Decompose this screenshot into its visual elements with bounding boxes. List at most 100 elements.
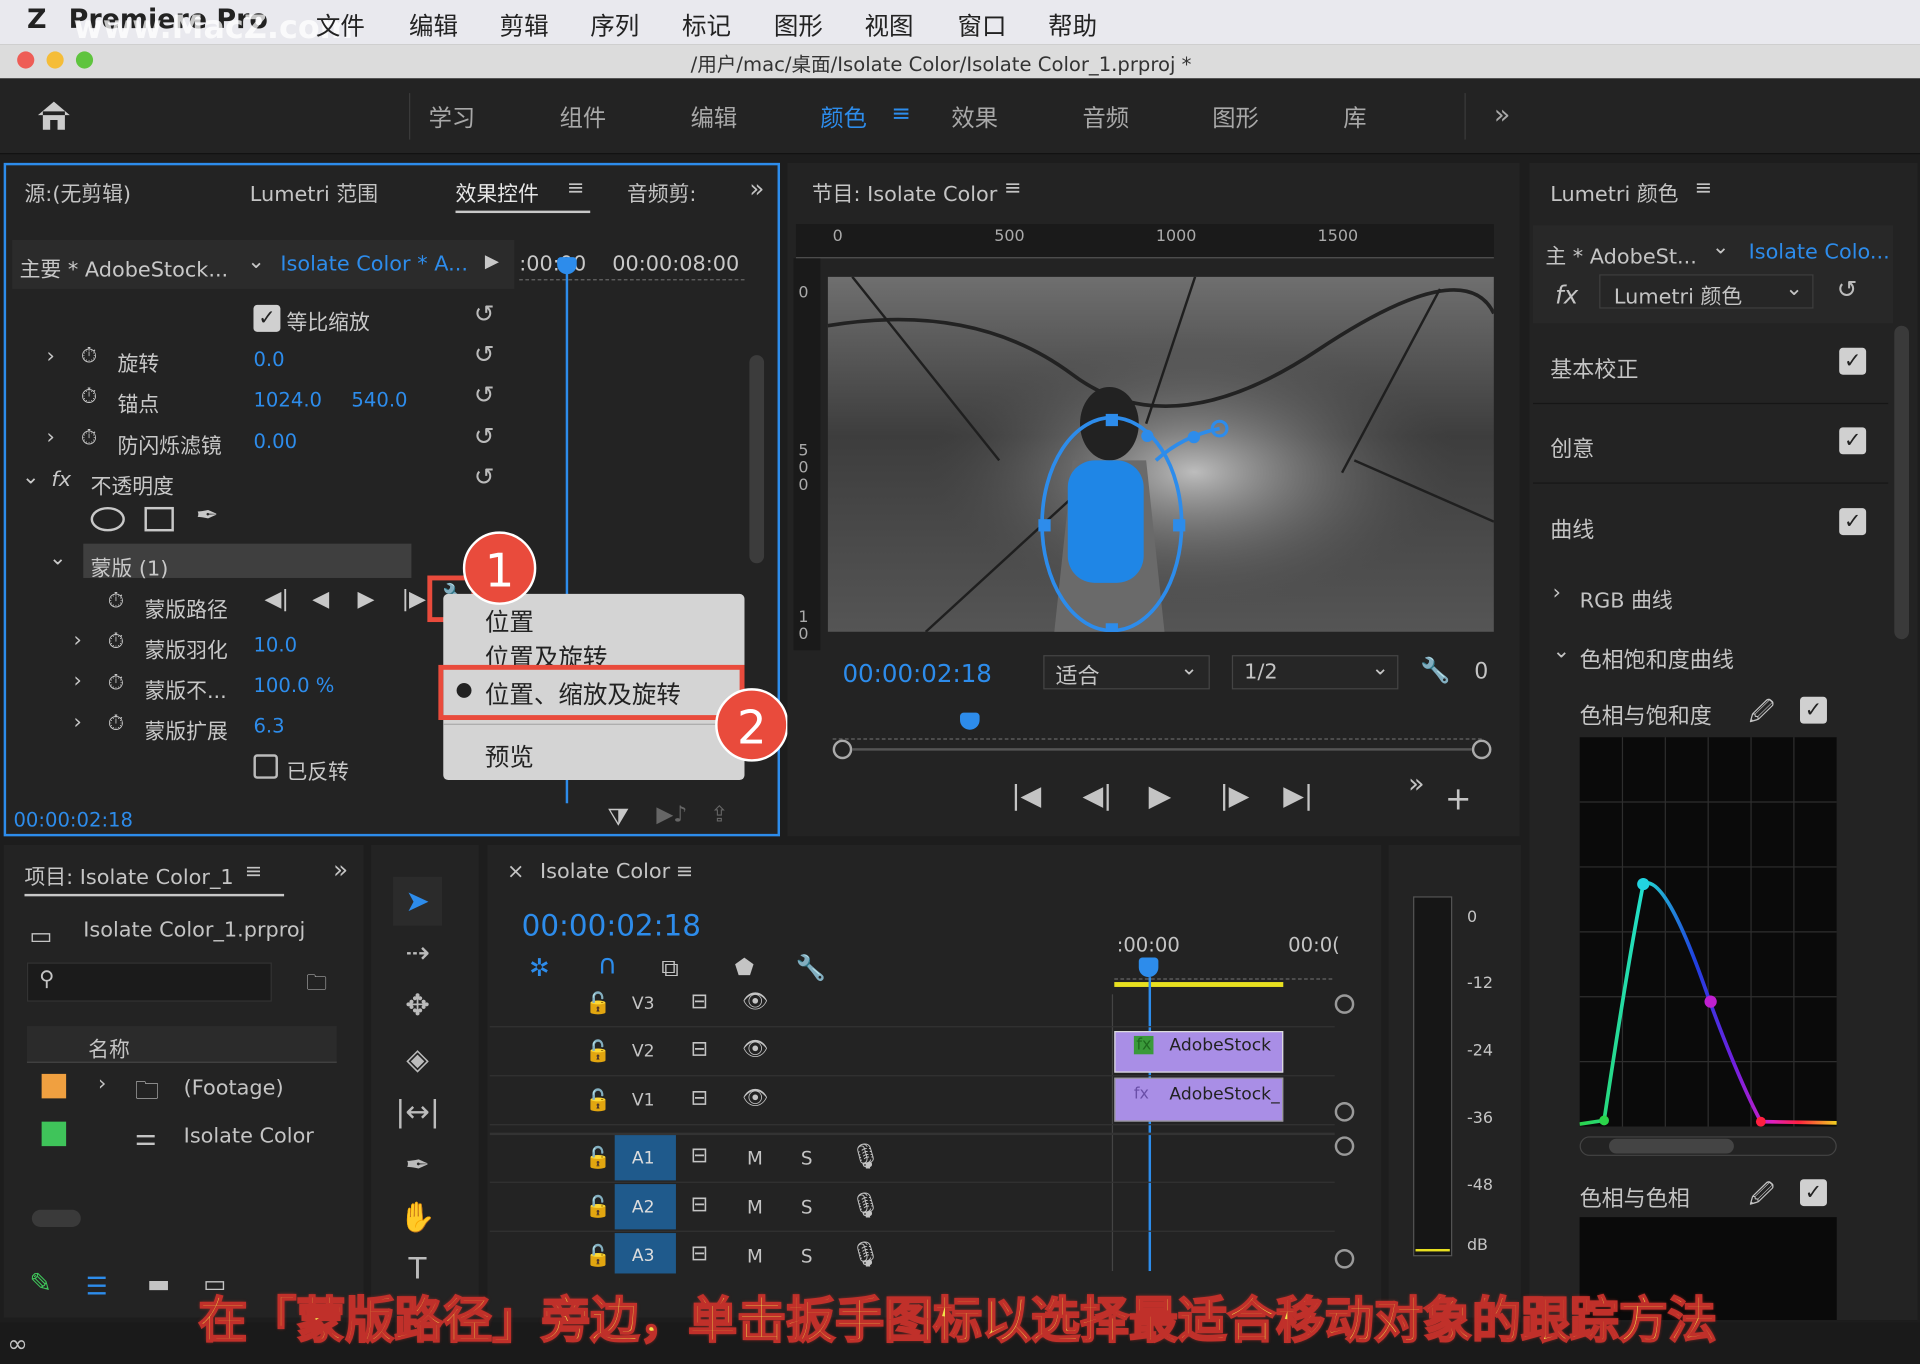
rgb-curves-label[interactable]: RGB 曲线 [1580,583,1673,613]
stopwatch-icon[interactable]: ⏱ [81,344,97,368]
chevron-right-icon[interactable]: › [1553,580,1561,604]
eyedropper-icon[interactable]: 🖉 [1749,694,1775,736]
lock-icon[interactable]: 🔓 [585,992,611,1016]
label-color-swatch[interactable] [41,1073,67,1099]
sync-lock-icon[interactable]: ⊟ [691,1086,708,1110]
menu-item-position[interactable]: 位置 [485,602,534,638]
lock-icon[interactable]: 🔓 [585,1040,611,1064]
chevron-down-icon[interactable]: ⌄ [49,546,66,570]
resolution-value[interactable]: 1/2 [1244,660,1278,684]
timeline-title[interactable]: Isolate Color [540,860,670,884]
project-search-input[interactable] [26,962,272,1002]
lumetri-scrollbar[interactable] [1894,325,1909,640]
scroll-handle[interactable] [1334,1102,1355,1122]
more-tabs-icon[interactable]: » [749,174,764,203]
track-next-frame-icon[interactable]: ▶ [358,587,375,613]
step-back-icon[interactable]: ◀| [1082,781,1112,812]
workspace-learning[interactable]: 学习 [429,100,476,133]
pen-tool-icon[interactable]: ✒ [393,1140,442,1189]
workspace-assembly[interactable]: 组件 [560,100,607,133]
ec-timecode[interactable]: 00:00:02:18 [13,808,133,831]
solo-button[interactable]: S [801,1147,813,1169]
effect-value[interactable]: Lumetri 颜色 [1614,279,1742,309]
microphone-icon[interactable]: 🎙 [850,1141,881,1170]
track-label[interactable]: V1 [632,1091,655,1111]
sync-lock-icon[interactable]: ⊟ [691,989,708,1013]
menu-marker[interactable]: 标记 [682,6,731,42]
workspace-editing[interactable]: 编辑 [691,100,738,133]
panel-menu-icon[interactable]: ≡ [1695,176,1712,200]
play-icon[interactable]: ▶ [1149,779,1172,813]
track-label[interactable]: A3 [632,1247,655,1267]
go-to-in-icon[interactable]: |◀ [1011,781,1041,812]
eyedropper-icon[interactable]: 🖉 [1749,1177,1775,1219]
go-to-out-icon[interactable]: ▶| [1283,781,1313,812]
basic-correction-checkbox[interactable]: ✓ [1839,347,1867,375]
chevron-down-icon[interactable]: ⌄ [22,465,39,489]
wrench-icon[interactable]: 🔧 [1420,655,1450,684]
rectangle-mask-icon[interactable] [144,506,174,532]
sync-lock-icon[interactable]: ⊟ [691,1242,708,1266]
master-clip-label[interactable]: 主要 * AdobeStock... [20,252,229,282]
project-item-sequence[interactable]: Isolate Color [184,1124,314,1148]
timeline-timecode[interactable]: 00:00:02:18 [522,909,701,943]
fit-value[interactable]: 适合 [1056,659,1100,691]
menu-help[interactable]: 帮助 [1048,6,1097,42]
lock-icon[interactable]: 🔓 [585,1089,611,1113]
lock-icon[interactable]: 🔓 [585,1195,611,1219]
razor-tool-icon[interactable]: ◈ [393,1035,442,1084]
snap-magnet-icon[interactable]: ∩ [598,950,618,981]
eye-icon[interactable]: 👁 [742,1037,768,1061]
chevron-right-icon[interactable]: › [98,1071,106,1095]
panel-menu-icon[interactable]: ≡ [676,860,693,884]
menu-item-preview[interactable]: 预览 [485,737,534,773]
anchor-x-value[interactable]: 1024.0 [253,388,322,411]
pen-mask-icon[interactable]: ✒ [196,501,219,532]
reset-icon[interactable]: ↺ [474,380,495,409]
uniform-scale-checkbox[interactable]: ✓ [253,304,281,332]
menu-window[interactable]: 窗口 [958,6,1007,42]
project-title[interactable]: 项目: Isolate Color_1 [24,860,233,890]
zoom-window-button[interactable] [75,51,94,69]
rotation-value[interactable]: 0.0 [253,348,284,371]
lock-icon[interactable]: 🔓 [585,1146,611,1170]
reset-icon[interactable]: ↺ [474,339,495,368]
microphone-icon[interactable]: 🎙 [850,1239,881,1268]
close-icon[interactable]: × [507,860,524,884]
chevron-right-icon[interactable]: › [47,344,55,368]
workspace-audio[interactable]: 音频 [1082,100,1129,133]
menu-clip[interactable]: 剪辑 [500,6,549,42]
chevron-down-icon[interactable]: ⌄ [1553,639,1570,663]
filter-icon[interactable]: ⧩ [607,802,629,831]
workspace-effects[interactable]: 效果 [951,100,998,133]
section-basic-correction[interactable]: 基本校正 [1550,353,1638,385]
stopwatch-icon[interactable]: ⏱ [81,384,97,408]
lumetri-title[interactable]: Lumetri 颜色 [1550,176,1678,206]
eye-icon[interactable]: 👁 [742,989,768,1013]
menu-graphics[interactable]: 图形 [774,6,823,42]
menu-edit[interactable]: 编辑 [409,6,458,42]
chevron-down-icon[interactable]: ⌄ [1371,656,1388,680]
ec-scrollbar[interactable] [749,355,765,564]
track-label[interactable]: V3 [632,994,655,1014]
scroll-handle[interactable] [1334,1248,1355,1269]
curves-checkbox[interactable]: ✓ [1839,508,1867,536]
tab-audio-clip[interactable]: 音频剪: [627,176,696,206]
hue-vs-sat-checkbox[interactable]: ✓ [1800,696,1827,724]
track-label[interactable]: V2 [632,1042,655,1062]
sync-lock-icon[interactable]: ⊟ [691,1144,708,1168]
chevron-right-icon[interactable]: › [47,425,55,449]
add-marker-icon[interactable]: ⬟ [735,955,754,981]
pencil-icon[interactable]: ✎ [29,1269,52,1300]
chevron-right-icon[interactable]: › [73,710,81,734]
mute-button[interactable]: M [747,1245,763,1267]
stopwatch-icon[interactable]: ⏱ [81,426,97,450]
step-forward-icon[interactable]: |▶ [1220,781,1250,812]
lumetri-master-label[interactable]: 主 * AdobeSt... [1545,239,1697,269]
section-creative[interactable]: 创意 [1550,432,1594,464]
chevron-right-icon[interactable]: › [73,669,81,693]
add-button-icon[interactable]: + [1445,781,1472,818]
scroll-handle[interactable] [1334,1136,1355,1156]
work-area-bar[interactable] [1114,982,1284,987]
mute-button[interactable]: M [747,1147,763,1169]
